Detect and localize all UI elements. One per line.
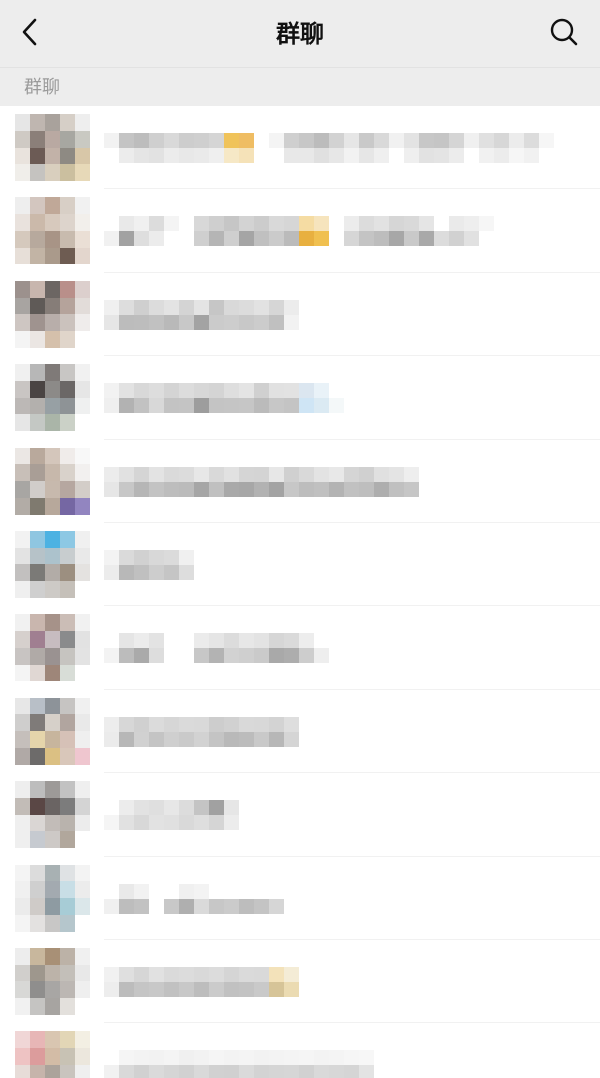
group-chat-row[interactable] (0, 690, 600, 774)
group-name-pixelated (104, 958, 299, 1006)
group-avatar (15, 614, 90, 682)
group-chat-row[interactable] (0, 773, 600, 857)
group-avatar (15, 447, 90, 515)
group-avatar (15, 280, 90, 348)
group-chat-row[interactable] (0, 440, 600, 524)
group-avatar (15, 530, 90, 598)
navigation-bar: 群聊 (0, 0, 600, 68)
group-avatar (15, 364, 90, 432)
group-avatar (15, 697, 90, 765)
back-button[interactable] (8, 12, 52, 56)
group-name-pixelated (104, 374, 344, 422)
group-name-pixelated (104, 541, 194, 589)
group-avatar (15, 114, 90, 181)
group-name-pixelated (104, 458, 419, 506)
group-chat-row[interactable] (0, 356, 600, 440)
group-chat-row[interactable] (0, 606, 600, 691)
search-button[interactable] (542, 12, 586, 56)
group-name-pixelated (104, 291, 314, 339)
group-avatar (15, 197, 90, 265)
group-chat-row[interactable] (0, 1023, 600, 1078)
chevron-left-icon (19, 17, 41, 51)
group-name-pixelated (104, 624, 329, 672)
group-avatar (15, 781, 90, 849)
page-title: 群聊 (276, 20, 324, 48)
group-name-pixelated (104, 791, 239, 839)
group-name-pixelated (104, 708, 299, 756)
group-chat-row[interactable] (0, 189, 600, 274)
group-chat-row[interactable] (0, 857, 600, 941)
group-chat-screen: 群聊 群聊 (0, 0, 600, 1078)
group-name-pixelated (104, 124, 554, 172)
group-name-pixelated (104, 875, 284, 923)
group-chat-row[interactable] (0, 940, 600, 1024)
group-chat-row[interactable] (0, 273, 600, 357)
group-chat-row[interactable] (0, 523, 600, 607)
group-name-pixelated (104, 207, 554, 255)
group-avatar (15, 864, 90, 932)
group-chat-row[interactable] (0, 106, 600, 190)
group-avatar (15, 1031, 90, 1078)
group-chat-list (0, 106, 600, 1078)
group-avatar (15, 947, 90, 1015)
section-header-group-chats: 群聊 (0, 68, 600, 106)
search-icon (548, 16, 580, 52)
group-name-pixelated (104, 1041, 374, 1078)
